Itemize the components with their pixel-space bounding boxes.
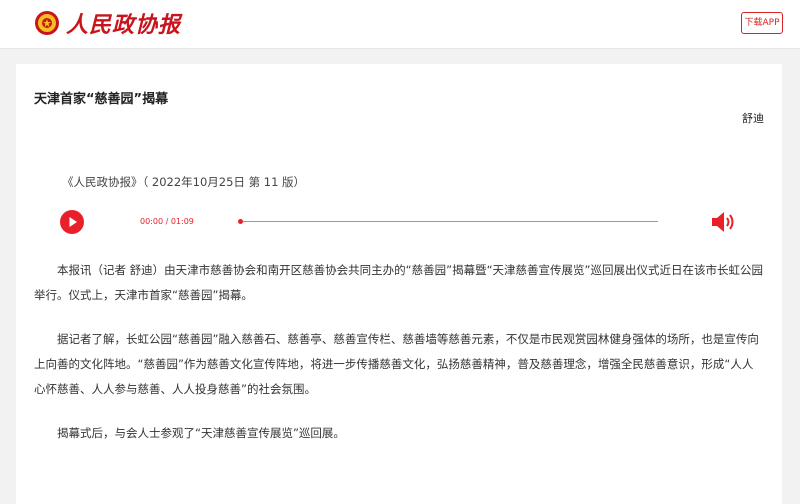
site-logo[interactable]: 人民政协报 [34, 8, 181, 38]
play-button[interactable] [60, 210, 84, 234]
article-author: 舒迪 [742, 112, 764, 125]
top-bar: 人民政协报 下载APP [0, 0, 800, 49]
play-icon [69, 217, 77, 227]
article-title: 天津首家“慈善园”揭幕 [34, 92, 169, 107]
article-paragraph: 揭幕式后，与会人士参观了“天津慈善宣传展览”巡回展。 [57, 426, 345, 440]
article-paragraph: 据记者了解，长虹公园“慈善园”融入慈善石、慈善亭、慈善宣传栏、慈善墙等慈善元素，… [34, 332, 759, 396]
article-card: 天津首家“慈善园”揭幕 舒迪 《人民政协报》（ 2022年10月25日 第 11… [16, 64, 782, 504]
site-logo-text: 人民政协报 [66, 12, 182, 38]
audio-time: 00:00 / 01:09 [140, 217, 194, 226]
audio-player: 00:00 / 01:09 [60, 210, 740, 234]
speaker-icon[interactable] [710, 210, 736, 234]
article-paragraph: 本报讯（记者 舒迪）由天津市慈善协会和南开区慈善协会共同主办的“慈善园”揭幕暨“… [34, 263, 763, 302]
audio-progress-bar[interactable] [238, 219, 658, 224]
progress-handle[interactable] [238, 219, 243, 224]
cppcc-emblem-icon [35, 11, 59, 35]
article-body: 本报讯（记者 舒迪）由天津市慈善协会和南开区慈善协会共同主办的“慈善园”揭幕暨“… [34, 258, 764, 465]
article-source: 《人民政协报》（ 2022年10月25日 第 11 版） [62, 175, 306, 189]
download-app-button[interactable]: 下载APP [741, 12, 783, 34]
